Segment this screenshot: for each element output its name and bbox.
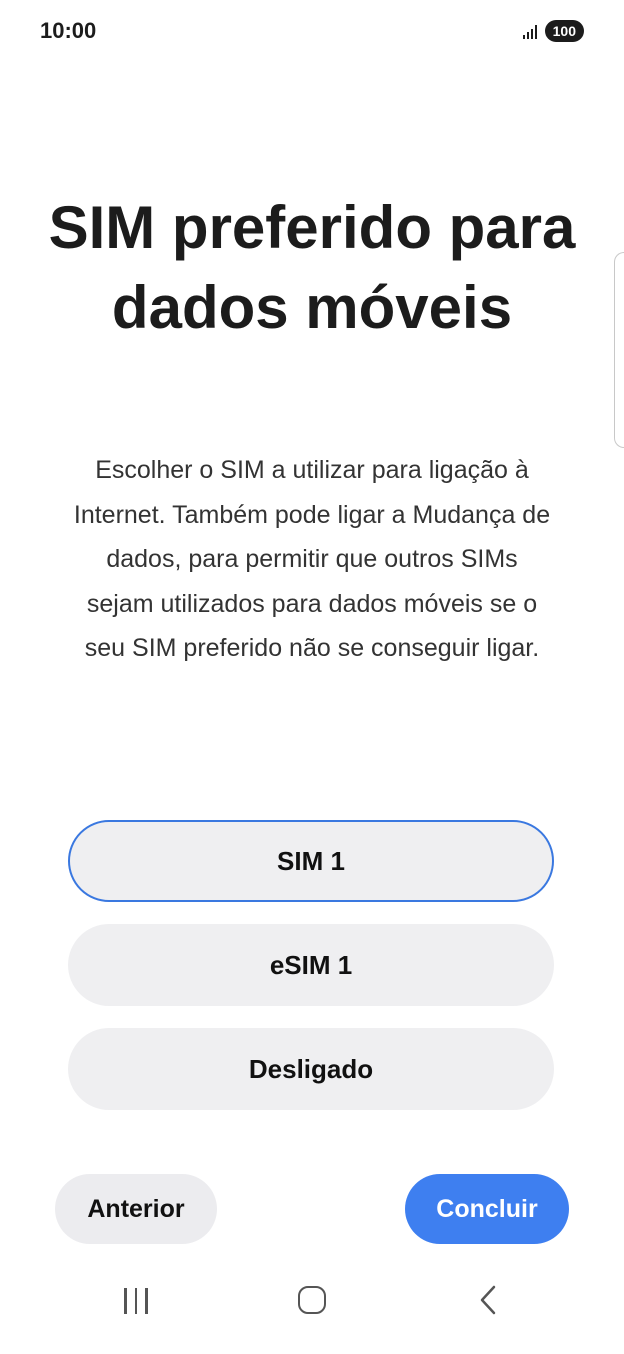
- status-time: 10:00: [40, 18, 97, 43]
- option-off[interactable]: Desligado: [68, 1028, 554, 1110]
- home-icon[interactable]: [298, 1286, 326, 1314]
- signal-icon: [522, 23, 537, 39]
- navigation-bar: [0, 1258, 624, 1354]
- previous-button[interactable]: Anterior: [55, 1174, 217, 1244]
- option-label: Desligado: [248, 1053, 374, 1084]
- status-bar: 10:00 100: [0, 0, 624, 64]
- recent-apps-icon[interactable]: [124, 1288, 148, 1314]
- page-title: SIM preferido para dados móveis: [48, 194, 576, 341]
- page-description: Escolher o SIM a utilizar para ligação à…: [73, 456, 551, 662]
- option-sim-1[interactable]: SIM 1: [68, 820, 554, 902]
- option-esim-1[interactable]: eSIM 1: [68, 924, 554, 1006]
- done-button[interactable]: Concluir: [405, 1174, 569, 1244]
- option-label: eSIM 1: [269, 949, 353, 980]
- option-label: SIM 1: [277, 845, 345, 876]
- edge-panel-handle[interactable]: [614, 252, 624, 448]
- status-indicators: 100: [522, 20, 584, 42]
- back-icon[interactable]: [478, 1284, 498, 1321]
- battery-indicator: 100: [544, 20, 584, 42]
